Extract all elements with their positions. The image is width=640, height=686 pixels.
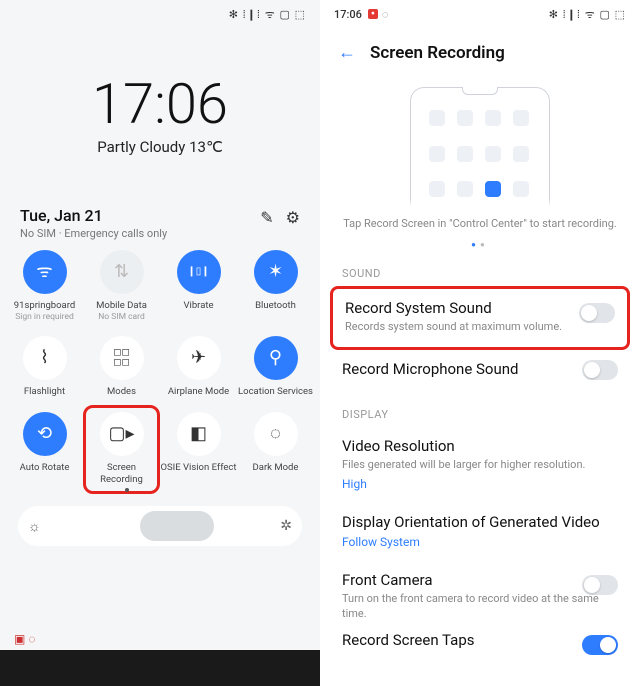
quick-settings-grid: ᯤ 91springboardSign in required ⇅ Mobile Da… <box>0 240 320 496</box>
qs-tile-vibrate[interactable]: ❙▯❙ Vibrate <box>160 250 237 322</box>
brightness-slider[interactable]: ☼ ✲ <box>18 506 302 546</box>
brightness-auto-icon[interactable]: ✲ <box>280 518 292 534</box>
row-value: High <box>342 477 618 491</box>
qs-tile-screen-recording[interactable]: ▢▸ Screen Recording <box>83 405 160 494</box>
qs-tile-icon: ❙▯❙ <box>177 250 221 294</box>
row-title: Record System Sound <box>345 299 615 317</box>
sim-status: No SIM · Emergency calls only <box>20 227 167 240</box>
row-record-system-sound[interactable]: Record System Sound Records system sound… <box>330 286 630 350</box>
settings-icon[interactable]: ⚙ <box>286 208 300 227</box>
section-header-display: DISPLAY <box>342 408 640 421</box>
hint-text: Tap Record Screen in "Control Center" to… <box>340 217 620 230</box>
qs-tile-sublabel: No SIM card <box>98 313 145 322</box>
section-header-sound: SOUND <box>342 267 640 280</box>
row-title: Front Camera <box>342 571 618 589</box>
qs-tile-icon: ✈ <box>177 336 221 380</box>
qs-tile-icon: ◻◻ ◻◻ <box>100 336 144 380</box>
row-title: Record Screen Taps <box>342 631 618 649</box>
qs-tile-sublabel: Sign in required <box>15 313 74 322</box>
toggle-system-sound[interactable] <box>579 303 615 323</box>
qs-tile-flashlight[interactable]: ⌇ Flashlight <box>6 336 83 398</box>
status-bar: ✻ ⁞❙⁞ ᯤ ▢ ⬚ <box>0 0 320 28</box>
qs-tile-label: Bluetooth <box>255 300 296 312</box>
qs-tile-label: Modes <box>107 386 136 398</box>
status-bar: 17:06 ⏺ ◌ ✻ ⁞❙⁞ ᯤ ▢ ⬚ <box>320 0 640 28</box>
qs-tile-osie-vision-effect[interactable]: ◧ OSIE Vision Effect <box>160 412 237 488</box>
edit-icon[interactable]: ✎ <box>260 208 273 227</box>
row-front-camera[interactable]: Front Camera Turn on the front camera to… <box>320 561 640 626</box>
qs-tile-icon: ⇅ <box>100 250 144 294</box>
lock-date: Tue, Jan 21 <box>20 206 167 225</box>
row-record-screen-taps[interactable]: Record Screen Taps <box>320 625 640 661</box>
nav-bar <box>0 650 320 686</box>
row-value: Follow System <box>342 535 618 549</box>
qs-tile-label: Vibrate <box>183 300 213 312</box>
qs-tile-airplane-mode[interactable]: ✈ Airplane Mode <box>160 336 237 398</box>
screen-recording-settings-pane: 17:06 ⏺ ◌ ✻ ⁞❙⁞ ᯤ ▢ ⬚ ← Screen Recording… <box>320 0 640 686</box>
status-extra-icon: ◌ <box>382 8 389 21</box>
toggle-mic-sound[interactable] <box>582 360 618 380</box>
qs-tile-label: 91springboard <box>14 300 75 312</box>
row-title: Record Microphone Sound <box>342 360 618 378</box>
qs-tile-91springboard[interactable]: ᯤ 91springboardSign in required <box>6 250 83 322</box>
page-title: Screen Recording <box>370 43 505 63</box>
qs-tile-label: Mobile Data <box>96 300 147 312</box>
status-icons: ✻ ⁞❙⁞ ᯤ ▢ ⬚ <box>549 7 626 22</box>
qs-tile-label: Screen Recording <box>86 462 157 485</box>
row-video-resolution[interactable]: Video Resolution Files generated will be… <box>320 427 640 503</box>
control-center-pane: ✻ ⁞❙⁞ ᯤ ▢ ⬚ 17:06 Partly Cloudy 13℃ Tue,… <box>0 0 320 686</box>
row-title: Display Orientation of Generated Video <box>342 513 618 531</box>
qs-tile-icon: ᯤ <box>23 250 67 294</box>
qs-tile-icon: ⌇ <box>23 336 67 380</box>
qs-tile-location-services[interactable]: ⚲ Location Services <box>237 336 314 398</box>
qs-tile-icon: ⟲ <box>23 412 67 456</box>
toggle-front-camera[interactable] <box>582 575 618 595</box>
qs-tile-icon: ⚲ <box>254 336 298 380</box>
brightness-thumb[interactable] <box>140 511 214 541</box>
page-header: ← Screen Recording <box>320 28 640 69</box>
phone-illustration <box>410 87 550 207</box>
recording-indicator-icon: ▣ ◌ <box>14 632 35 646</box>
pager-dots: ●● <box>320 240 640 249</box>
row-subtitle: Files generated will be larger for highe… <box>342 458 618 473</box>
status-icons: ✻ ⁞❙⁞ ᯤ ▢ ⬚ <box>229 7 306 22</box>
row-subtitle: Turn on the front camera to record video… <box>342 592 618 622</box>
lock-weather: Partly Cloudy 13℃ <box>0 138 320 156</box>
qs-tile-label: Location Services <box>238 386 313 398</box>
row-subtitle: Records system sound at maximum volume. <box>345 320 615 335</box>
qs-tile-icon: ✶ <box>254 250 298 294</box>
qs-tile-bluetooth[interactable]: ✶ Bluetooth <box>237 250 314 322</box>
qs-tile-icon: ◧ <box>177 412 221 456</box>
row-title: Video Resolution <box>342 437 618 455</box>
qs-tile-icon: ◌ <box>254 412 298 456</box>
lock-time: 17:06 <box>0 76 320 132</box>
toggle-screen-taps[interactable] <box>582 635 618 655</box>
qs-tile-label: OSIE Vision Effect <box>160 462 236 474</box>
qs-tile-label: Auto Rotate <box>20 462 70 474</box>
lock-clock: 17:06 Partly Cloudy 13℃ <box>0 76 320 156</box>
qs-tile-icon: ▢▸ <box>100 412 144 456</box>
back-arrow-icon[interactable]: ← <box>338 42 356 63</box>
status-time: 17:06 <box>334 8 362 21</box>
qs-tile-auto-rotate[interactable]: ⟲ Auto Rotate <box>6 412 83 488</box>
date-row: Tue, Jan 21 No SIM · Emergency calls onl… <box>0 206 320 240</box>
row-record-mic-sound[interactable]: Record Microphone Sound <box>320 350 640 390</box>
qs-tile-dark-mode[interactable]: ◌ Dark Mode <box>237 412 314 488</box>
qs-tile-mobile-data[interactable]: ⇅ Mobile DataNo SIM card <box>83 250 160 322</box>
row-display-orientation[interactable]: Display Orientation of Generated Video F… <box>320 503 640 561</box>
qs-tile-label: Dark Mode <box>253 462 299 474</box>
qs-tile-label: Flashlight <box>24 386 65 398</box>
brightness-low-icon: ☼ <box>28 518 41 535</box>
qs-tile-label: Airplane Mode <box>168 386 229 398</box>
qs-tile-modes[interactable]: ◻◻ ◻◻ Modes <box>83 336 160 398</box>
recording-badge-icon: ⏺ <box>368 9 378 19</box>
